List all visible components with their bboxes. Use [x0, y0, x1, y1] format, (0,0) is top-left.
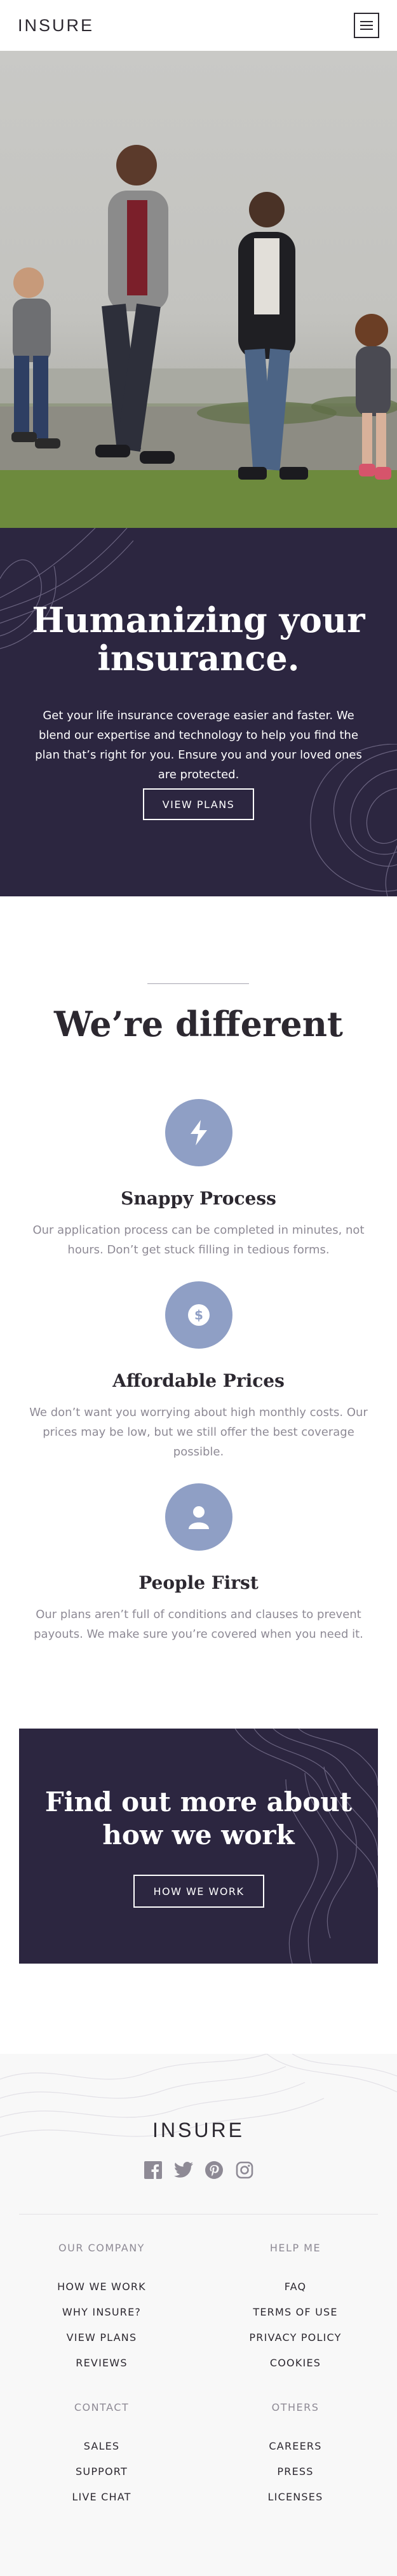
hero-description: Get your life insurance coverage easier … [35, 709, 362, 781]
site-header: INSURE [0, 0, 397, 51]
footer-link[interactable]: LIVE CHAT [13, 2485, 191, 2510]
footer-link[interactable]: SALES [13, 2434, 191, 2459]
footer-link[interactable]: FAQ [206, 2274, 384, 2300]
footer-link[interactable]: SUPPORT [13, 2459, 191, 2485]
feature-snappy-process: Snappy Process Our application process c… [0, 1099, 397, 1260]
footer-link[interactable]: REVIEWS [13, 2350, 191, 2376]
how-we-work-button[interactable]: HOW WE WORK [133, 1875, 264, 1908]
person-icon [165, 1483, 232, 1551]
how-we-work-title: Find out more about how we work [44, 1786, 353, 1851]
lightning-icon [165, 1099, 232, 1166]
feature-text: Our application process can be completed… [32, 1224, 365, 1257]
feature-affordable-prices: $ Affordable Prices We don’t want you wo… [0, 1281, 397, 1462]
footer-link[interactable]: WHY INSURE? [13, 2300, 191, 2325]
footer-column-others: OTHERS CAREERS PRESS LICENSES [206, 2401, 384, 2510]
footer-column-our-company: OUR COMPANY HOW WE WORK WHY INSURE? VIEW… [13, 2242, 191, 2376]
family-walking-illustration [0, 145, 397, 528]
pinterest-icon[interactable] [205, 2161, 224, 2180]
twitter-icon[interactable] [173, 2161, 193, 2180]
hero-image [0, 51, 397, 528]
footer-link[interactable]: HOW WE WORK [13, 2274, 191, 2300]
footer-column-contact: CONTACT SALES SUPPORT LIVE CHAT [13, 2401, 191, 2510]
social-links [0, 2161, 397, 2180]
feature-title: Affordable Prices [112, 1370, 285, 1391]
site-footer: INSURE OUR COMPANY HOW WE WORK WHY INSUR… [0, 2054, 397, 2576]
footer-column-heading: HELP ME [269, 2242, 321, 2254]
view-plans-button[interactable]: VIEW PLANS [143, 788, 254, 820]
footer-link[interactable]: LICENSES [206, 2485, 384, 2510]
section-title: We’re different [54, 1004, 343, 1044]
hero-title: Humanizing your insurance. [32, 600, 365, 678]
feature-people-first: People First Our plans aren’t full of co… [0, 1483, 397, 1644]
svg-text:$: $ [194, 1307, 203, 1323]
footer-link[interactable]: CAREERS [206, 2434, 384, 2459]
footer-column-heading: OUR COMPANY [58, 2242, 145, 2254]
how-we-work-banner: Find out more about how we work HOW WE W… [19, 1729, 378, 1964]
footer-column-heading: CONTACT [74, 2401, 130, 2413]
menu-line [360, 21, 373, 22]
feature-text: Our plans aren’t full of conditions and … [34, 1608, 363, 1641]
footer-link[interactable]: PRIVACY POLICY [206, 2325, 384, 2350]
footer-divider [19, 2214, 378, 2215]
menu-line [360, 29, 373, 30]
menu-line [360, 25, 373, 26]
footer-link[interactable]: PRESS [206, 2459, 384, 2485]
footer-link[interactable]: TERMS OF USE [206, 2300, 384, 2325]
footer-column-help-me: HELP ME FAQ TERMS OF USE PRIVACY POLICY … [206, 2242, 384, 2376]
facebook-icon[interactable] [144, 2161, 163, 2180]
hero-banner: Humanizing your insurance. Get your life… [0, 528, 397, 896]
instagram-icon[interactable] [235, 2161, 254, 2180]
footer-link[interactable]: COOKIES [206, 2350, 384, 2376]
feature-title: Snappy Process [121, 1188, 276, 1209]
hamburger-icon[interactable] [354, 13, 379, 38]
footer-link[interactable]: VIEW PLANS [13, 2325, 191, 2350]
section-divider [147, 983, 249, 984]
feature-text: We don’t want you worrying about high mo… [29, 1406, 368, 1459]
feature-title: People First [138, 1572, 259, 1593]
footer-logo[interactable]: INSURE [0, 2119, 397, 2142]
dollar-icon: $ [165, 1281, 232, 1349]
footer-column-heading: OTHERS [271, 2401, 320, 2413]
logo[interactable]: INSURE [18, 16, 94, 36]
